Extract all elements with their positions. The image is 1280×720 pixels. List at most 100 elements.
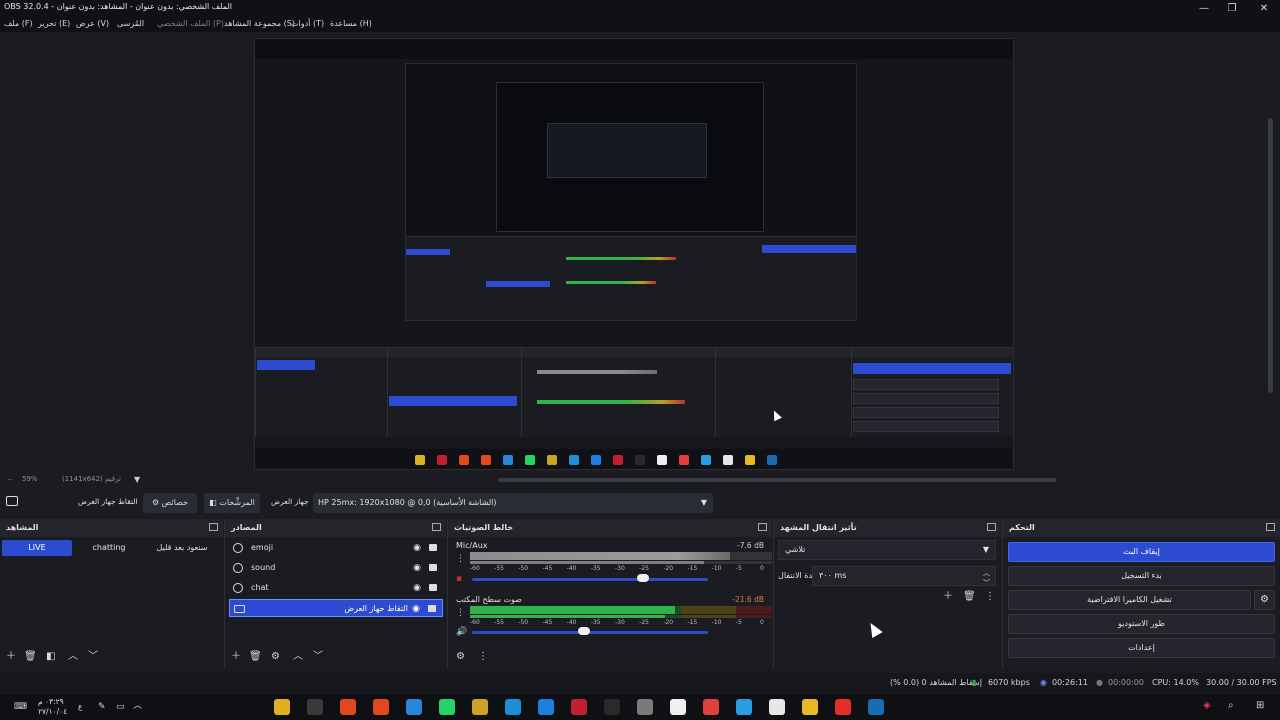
settings-button[interactable]: إعدادات	[1008, 638, 1275, 658]
skype-icon[interactable]	[538, 699, 554, 715]
zoom-out-icon[interactable]: –	[8, 475, 12, 483]
dock-float-icon[interactable]	[1266, 523, 1275, 531]
vscode-icon[interactable]	[406, 699, 422, 715]
menu-view[interactable]: عرض (V)	[76, 19, 109, 28]
gear-icon[interactable]: ⚙	[456, 651, 465, 663]
kebab-menu-icon[interactable]: ⋮	[478, 651, 488, 663]
mute-icon[interactable]: ▪	[456, 573, 462, 585]
search-icon[interactable]: ⌕	[1228, 700, 1234, 712]
youtube-icon[interactable]	[835, 699, 851, 715]
add-icon[interactable]: ＋	[231, 651, 241, 663]
display-select[interactable]: HP 25mx: 1920x1080 @ 0,0 (الشاشة الأساسي…	[313, 493, 713, 513]
source-item-sound[interactable]: sound ◉	[229, 559, 443, 577]
source-item-chat[interactable]: chat ◉	[229, 579, 443, 597]
copilot-icon[interactable]: ◈	[1203, 700, 1211, 712]
notification-icon[interactable]: ⌨	[14, 701, 27, 713]
eye-icon[interactable]: ◉	[413, 579, 421, 597]
source-item-emoji[interactable]: emoji ◉	[229, 539, 443, 557]
trash-icon[interactable]: 🗑	[249, 651, 262, 663]
folder-icon[interactable]	[802, 699, 818, 715]
eye-icon[interactable]: ◉	[413, 559, 421, 577]
zoom-level[interactable]: 59%	[22, 475, 38, 483]
eye-icon[interactable]: ◉	[413, 539, 421, 557]
brave-icon[interactable]	[373, 699, 389, 715]
store-icon[interactable]	[769, 699, 785, 715]
menu-docks[interactable]: المُرسى	[117, 19, 144, 28]
transition-select[interactable]: تلاشي ▼	[778, 540, 996, 560]
filter-icon[interactable]: ◧	[46, 651, 55, 663]
mixer-fader[interactable]	[472, 631, 708, 634]
duration-input[interactable]: ٣٠٠ ms ︿ ﹀	[812, 566, 996, 587]
video-editor-icon[interactable]	[571, 699, 587, 715]
lock-icon[interactable]	[429, 544, 437, 551]
filters-button[interactable]: ◧ المرشِّحات	[204, 493, 260, 513]
chrome-icon[interactable]	[703, 699, 719, 715]
dock-float-icon[interactable]	[432, 523, 441, 531]
add-icon[interactable]: ＋	[6, 651, 16, 663]
start-recording-button[interactable]: بدء التسجيل	[1008, 566, 1275, 586]
menu-profile[interactable]: الملف الشخصي (P)	[157, 19, 224, 28]
dock-float-icon[interactable]	[209, 523, 218, 531]
kebab-menu-icon[interactable]: ⋮	[456, 553, 465, 565]
clock-date[interactable]: ٢٧/١٠/٠٤	[38, 707, 67, 716]
scene-brb[interactable]: سنعود بعد قليل	[147, 540, 217, 556]
lock-icon[interactable]	[429, 564, 437, 571]
zoom-dropdown-icon[interactable]: ▼	[134, 475, 140, 484]
dock-float-icon[interactable]	[987, 523, 996, 531]
preview-vertical-scrollbar[interactable]	[1268, 118, 1273, 393]
terminal-icon[interactable]	[604, 699, 620, 715]
trash-icon[interactable]: 🗑	[963, 591, 976, 603]
steam-icon[interactable]	[868, 699, 884, 715]
speaker-icon[interactable]: 🔊	[456, 626, 467, 638]
preview-canvas[interactable]	[254, 38, 1014, 470]
chevron-up-icon[interactable]: ︿	[133, 700, 142, 712]
brave-icon[interactable]	[340, 699, 356, 715]
app-icon[interactable]	[637, 699, 653, 715]
stop-streaming-button[interactable]: إيقاف البث	[1008, 542, 1275, 562]
add-icon[interactable]: ＋	[943, 591, 953, 603]
menu-edit[interactable]: تحرير (E)	[38, 19, 70, 28]
restore-button[interactable]: ❐	[1216, 0, 1248, 16]
arrow-down-icon[interactable]: ﹀	[88, 651, 98, 663]
dock-float-icon[interactable]	[758, 523, 767, 531]
kebab-menu-icon[interactable]: ⋮	[985, 591, 995, 603]
source-item-display-capture[interactable]: التقاط جهاز العرض ◉	[229, 599, 443, 617]
studio-mode-button[interactable]: طور الاستوديو	[1008, 614, 1275, 634]
battery-icon[interactable]: ▭	[116, 701, 125, 713]
start-virtual-camera-button[interactable]: تشغيل الكاميرا الافتراضية	[1008, 590, 1251, 610]
pen-icon[interactable]: ✎	[98, 701, 106, 713]
capcut-icon[interactable]	[670, 699, 686, 715]
whatsapp-icon[interactable]	[439, 699, 455, 715]
trash-icon[interactable]: 🗑	[24, 651, 37, 663]
spin-down-icon[interactable]: ﹀	[983, 574, 990, 592]
menu-file[interactable]: ملف (F)	[4, 19, 33, 28]
virtual-camera-settings-button[interactable]: ⚙	[1254, 590, 1275, 610]
windows-start-icon[interactable]: ⊞	[1256, 700, 1264, 712]
menu-scene-collection[interactable]: مجموعة المشاهد (S)	[224, 19, 295, 28]
menu-help[interactable]: مساعدة (H)	[330, 19, 372, 28]
eye-icon[interactable]: ◉	[412, 600, 420, 618]
chrome-icon[interactable]	[274, 699, 290, 715]
properties-button[interactable]: ⚙ خصائص	[143, 493, 197, 513]
scene-chatting[interactable]: chatting	[74, 540, 144, 556]
edge-icon[interactable]	[505, 699, 521, 715]
preview-horizontal-scrollbar[interactable]	[498, 478, 1056, 482]
mixer-fader[interactable]	[472, 578, 708, 581]
arrow-up-icon[interactable]: ︿	[293, 651, 303, 663]
app-icon[interactable]	[472, 699, 488, 715]
menu-tools[interactable]: أدوات (T)	[291, 19, 324, 28]
close-button[interactable]: ✕	[1248, 0, 1280, 16]
obs-icon[interactable]	[307, 699, 323, 715]
telegram-icon[interactable]	[736, 699, 752, 715]
scene-live[interactable]: LIVE	[2, 540, 72, 556]
language-indicator[interactable]: ع	[78, 702, 82, 711]
gear-icon[interactable]: ⚙	[271, 651, 280, 663]
fader-knob[interactable]	[578, 627, 591, 635]
kebab-menu-icon[interactable]: ⋮	[456, 607, 465, 619]
arrow-up-icon[interactable]: ︿	[68, 651, 78, 663]
fader-knob[interactable]	[637, 574, 650, 582]
lock-icon[interactable]	[429, 584, 437, 591]
clock-time[interactable]: ٠٣:٢٩ م	[38, 697, 64, 706]
lock-icon[interactable]	[428, 605, 436, 612]
arrow-down-icon[interactable]: ﹀	[313, 651, 323, 663]
